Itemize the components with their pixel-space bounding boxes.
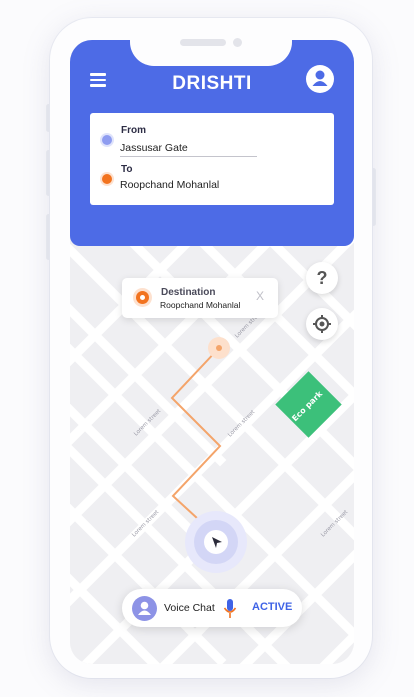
camera [233, 38, 242, 47]
phone-notch [130, 18, 292, 66]
origin-dot-icon [102, 135, 112, 145]
voice-chat-bar: Voice Chat ACTIVE [122, 589, 302, 627]
microphone-icon [223, 599, 237, 618]
crosshair-icon [313, 315, 331, 333]
location-pin-icon [136, 291, 149, 304]
help-button[interactable]: ? [306, 262, 338, 294]
destination-dot-icon [102, 174, 112, 184]
user-icon [138, 601, 151, 615]
destination-popup-place: Roopchand Mohanlal [160, 300, 241, 310]
destination-popup-title: Destination [161, 287, 216, 298]
app-screen: Lorem street Lorem street Lorem street L… [70, 40, 354, 664]
to-label: To [121, 164, 133, 175]
close-button[interactable]: X [256, 289, 264, 303]
speaker [180, 39, 226, 46]
microphone-button[interactable] [222, 596, 238, 622]
voice-status-toggle[interactable]: ACTIVE [252, 601, 292, 613]
from-label: From [121, 125, 146, 136]
destination-popup[interactable]: Destination Roopchand Mohanlal X [122, 278, 278, 318]
divider [120, 156, 257, 157]
header: DRISHTI From Jassusar Gate To Roopchand … [70, 40, 354, 246]
from-input[interactable]: Jassusar Gate [120, 142, 188, 154]
voice-chat-label: Voice Chat [164, 602, 215, 614]
avatar [132, 596, 157, 621]
user-icon [312, 70, 328, 86]
to-input[interactable]: Roopchand Mohanlal [120, 179, 219, 191]
locate-button[interactable] [306, 308, 338, 340]
route-card: From Jassusar Gate To Roopchand Mohanlal [90, 113, 334, 205]
profile-button[interactable] [306, 65, 334, 93]
destination-marker[interactable] [216, 345, 222, 351]
stage: Lorem street Lorem street Lorem street L… [0, 0, 414, 697]
